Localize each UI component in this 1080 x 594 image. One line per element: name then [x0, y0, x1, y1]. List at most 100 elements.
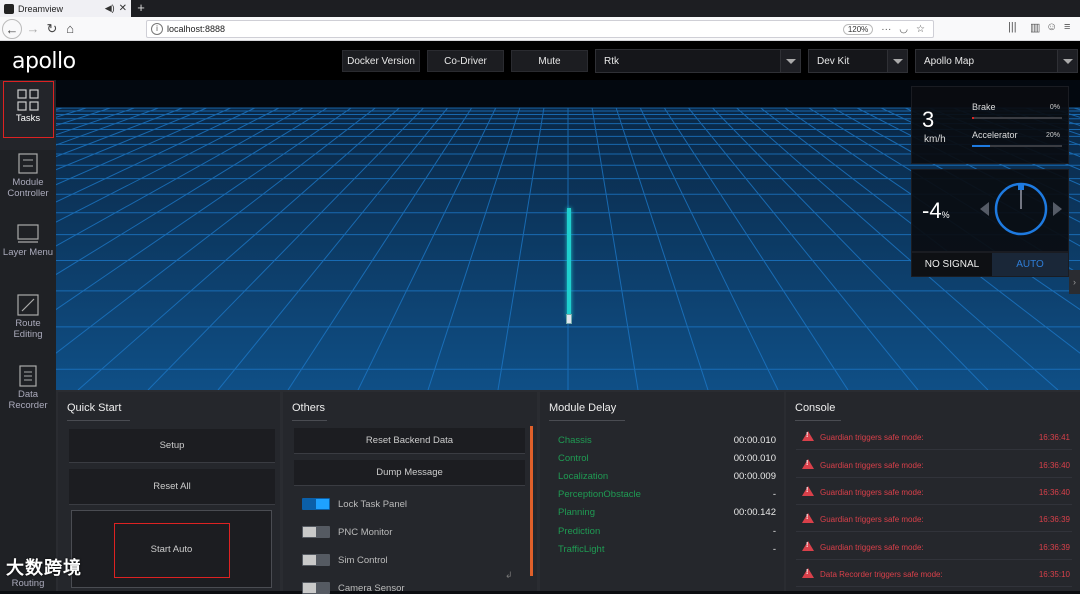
traffic-signal-status: NO SIGNAL: [912, 253, 992, 276]
pnc-monitor-toggle[interactable]: [302, 526, 330, 538]
sidenav-item-data-recorder[interactable]: Data Recorder: [0, 356, 56, 426]
console-time: 16:35:10: [1038, 570, 1070, 579]
library-icon[interactable]: |||: [1008, 21, 1017, 33]
tab-title: Dreamview: [18, 3, 64, 14]
brake-label: Brake: [972, 102, 996, 112]
close-tab-icon[interactable]: ✕: [119, 3, 127, 14]
home-icon[interactable]: ⌂: [60, 19, 80, 39]
menu-icon[interactable]: ≡: [1064, 21, 1070, 33]
steering-unit: %: [941, 210, 950, 220]
quick-start-title: Quick Start: [67, 402, 130, 421]
camera-sensor-toggle[interactable]: [302, 582, 330, 594]
planned-trajectory: [567, 208, 571, 318]
highlight-frame: [114, 523, 230, 578]
speed-value: 3: [922, 107, 935, 132]
chevron-right-icon[interactable]: ›: [1069, 270, 1080, 294]
steering-value: -4%: [922, 198, 950, 224]
console-row: Guardian triggers safe mode: 16:36:39: [796, 536, 1072, 560]
sidenav-item-layer-menu[interactable]: Layer Menu: [0, 214, 56, 284]
steering-number: -4: [922, 198, 942, 223]
chevron-down-icon: [1057, 50, 1077, 72]
module-name: Chassis: [558, 435, 592, 446]
speed-panel: 3 km/h Brake 0% Accelerator 20%: [911, 86, 1069, 164]
console-row: Guardian triggers safe mode: 16:36:39: [796, 508, 1072, 532]
toggle-knob: [316, 499, 329, 509]
site-info-icon[interactable]: i: [151, 23, 163, 35]
docker-version-button[interactable]: Docker Version: [342, 50, 420, 72]
brake-meter: [972, 117, 1062, 119]
brake-meter-fill: [972, 117, 974, 119]
module-delay-value: -: [772, 544, 776, 555]
account-icon[interactable]: ☺: [1046, 21, 1057, 33]
brake-value: 0%: [1049, 104, 1060, 111]
chevron-down-icon: [780, 50, 800, 72]
sidenav-item-route-editing[interactable]: Route Editing: [0, 285, 56, 355]
forward-icon[interactable]: →: [23, 19, 43, 39]
module-delay-value: -: [772, 526, 776, 537]
console-message: Guardian triggers safe mode:: [820, 543, 924, 552]
scrollbar[interactable]: [530, 426, 533, 576]
warning-icon: [802, 541, 814, 551]
camera-sensor-label: Camera Sensor: [338, 583, 405, 594]
back-icon[interactable]: ←: [2, 19, 22, 39]
warning-icon: [802, 431, 814, 441]
data-recorder-icon: [19, 365, 37, 387]
reset-all-button[interactable]: Reset All: [69, 469, 275, 505]
browser-nav-bar: ← → ↻ ⌂ i localhost:8888 120% ··· ◡ ☆ ||…: [0, 17, 1080, 41]
mute-button[interactable]: Mute: [511, 50, 588, 72]
console-time: 16:36:41: [1038, 433, 1070, 442]
toggle-knob: [303, 555, 316, 565]
dump-message-button[interactable]: Dump Message: [294, 460, 525, 486]
setup-button[interactable]: Setup: [69, 429, 275, 463]
map-select[interactable]: Apollo Map: [915, 49, 1078, 73]
vehicle-select[interactable]: Dev Kit: [808, 49, 908, 73]
module-name: PerceptionObstacle: [558, 489, 641, 500]
grid-icon: [17, 89, 39, 111]
toggle-knob: [303, 583, 316, 593]
sidenav-item-module-controller[interactable]: Module Controller: [0, 144, 56, 214]
ego-vehicle: [566, 314, 572, 324]
warning-icon: [802, 513, 814, 523]
reload-icon[interactable]: ↻: [42, 19, 62, 39]
module-delay-value: 00:00.010: [733, 453, 776, 464]
lock-task-panel-label: Lock Task Panel: [338, 499, 408, 510]
more-icon[interactable]: ···: [881, 24, 891, 35]
start-auto-button[interactable]: Start Auto: [71, 510, 272, 588]
side-nav: Tasks Module Controller Layer Menu Route…: [0, 80, 56, 591]
pocket-icon[interactable]: ◡: [899, 24, 908, 35]
pnc-monitor-label: PNC Monitor: [338, 527, 393, 538]
module-controller-icon: [18, 153, 38, 174]
bookmark-star-icon[interactable]: ☆: [916, 24, 925, 35]
module-name: Control: [558, 453, 589, 464]
sidenav-label: Module Controller: [7, 177, 49, 199]
chevron-down-icon: [887, 50, 907, 72]
sidenav-label: Tasks: [15, 113, 41, 124]
mode-select-value: Rtk: [604, 56, 619, 67]
lock-task-panel-toggle[interactable]: [302, 498, 330, 510]
module-name: Prediction: [558, 526, 601, 537]
address-bar[interactable]: i localhost:8888 120% ··· ◡ ☆: [146, 20, 934, 38]
favicon-icon: [4, 3, 14, 14]
zoom-badge[interactable]: 120%: [842, 23, 874, 35]
console-row: Guardian triggers safe mode: 16:36:40: [796, 481, 1072, 505]
drive-mode-status: AUTO: [992, 253, 1068, 276]
console-time: 16:36:39: [1038, 543, 1070, 552]
co-driver-button[interactable]: Co-Driver: [427, 50, 504, 72]
steering-panel: -4%: [911, 169, 1069, 252]
new-tab-button[interactable]: +: [134, 0, 148, 17]
accelerator-meter-fill: [972, 145, 990, 147]
speaker-icon[interactable]: ◀): [105, 3, 115, 14]
console-row: Guardian triggers safe mode: 16:36:41: [796, 426, 1072, 450]
mode-select[interactable]: Rtk: [595, 49, 801, 73]
resize-handle-icon[interactable]: ↲: [505, 570, 513, 581]
sim-control-toggle[interactable]: [302, 554, 330, 566]
sidenav-item-tasks[interactable]: Tasks: [0, 80, 56, 150]
browser-tab[interactable]: Dreamview ◀) ✕: [0, 0, 131, 17]
sidebar-icon[interactable]: ▥: [1030, 21, 1040, 34]
module-name: Planning: [558, 507, 595, 518]
module-delay-title: Module Delay: [549, 402, 625, 421]
module-name: TrafficLight: [558, 544, 605, 555]
sidenav-label: Data Recorder: [8, 389, 48, 411]
reset-backend-data-button[interactable]: Reset Backend Data: [294, 428, 525, 454]
console-message: Guardian triggers safe mode:: [820, 488, 924, 497]
